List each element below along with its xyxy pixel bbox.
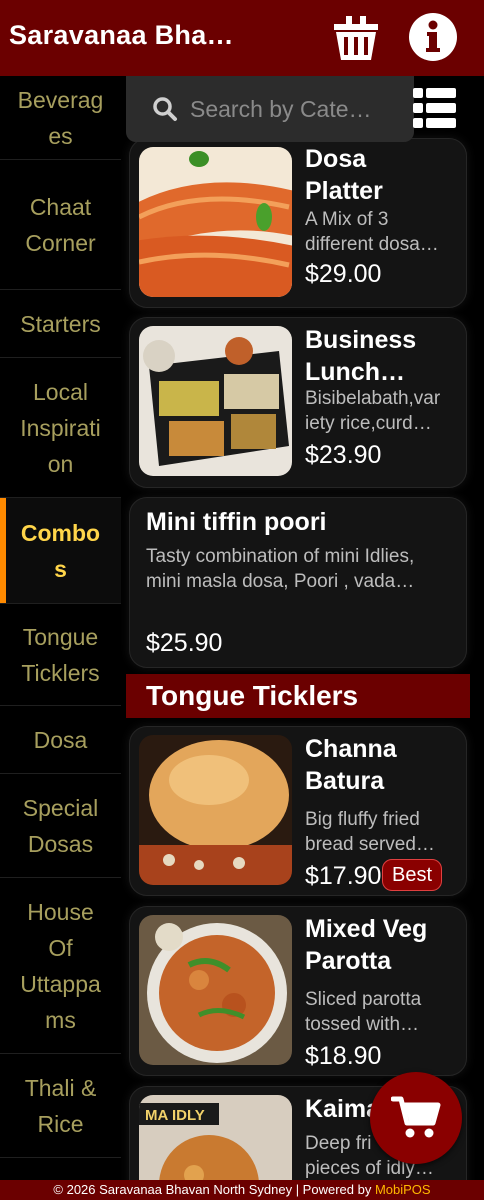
category-dosa[interactable]: Dosa: [0, 706, 121, 774]
item-name: Mixed Veg Parotta: [305, 915, 428, 975]
list-view-icon[interactable]: [413, 86, 457, 132]
category-label: Corner: [25, 229, 96, 256]
category-local-inspiration[interactable]: Local Inspirati on: [0, 358, 121, 498]
item-name: Mini tiffin poori: [146, 508, 327, 536]
item-image: [139, 735, 292, 885]
restaurant-title: Saravanaa Bha…: [9, 20, 234, 50]
search-icon: [153, 97, 177, 121]
category-label: House: [27, 898, 94, 925]
menu-item-dosa-platter[interactable]: Dosa Platter A Mix of 3 different dosa… $2…: [129, 138, 467, 308]
item-description: Tasty combination of mini Idlies, mini ma…: [146, 546, 415, 592]
search-bar[interactable]: Search by Cate…: [126, 76, 414, 142]
item-price: $17.90: [305, 862, 382, 890]
cart-button[interactable]: [370, 1072, 462, 1164]
category-thali-and-rice[interactable]: Thali & Rice: [0, 1054, 121, 1158]
item-name: Channa Batura: [305, 735, 397, 795]
info-icon[interactable]: [408, 12, 458, 62]
cart-icon: [391, 1096, 441, 1138]
section-header-tongue-ticklers: Tongue Ticklers: [126, 674, 470, 718]
category-beverages[interactable]: Beverag es: [0, 76, 121, 160]
menu-item-channa-batura[interactable]: Channa Batura Big fluffy fried bread serve…: [129, 726, 467, 896]
category-label: Ticklers: [21, 659, 100, 686]
category-sidebar: Beverag es Chaat Corner Starters Local Insp…: [0, 76, 121, 1180]
item-price: $29.00: [305, 260, 382, 288]
item-name: Business Lunch…: [305, 326, 417, 386]
menu-item-mini-tiffin-poori[interactable]: Mini tiffin poori Tasty combination of m…: [129, 497, 467, 668]
category-tongue-ticklers[interactable]: Tongue Ticklers: [0, 604, 121, 706]
category-label: Starters: [20, 310, 101, 337]
category-label: Dosa: [33, 726, 88, 753]
footer: © 2026 Saravanaa Bhavan North Sydney | P…: [0, 1180, 484, 1200]
search-placeholder: Search by Cate…: [190, 96, 372, 122]
app-root: Saravanaa Bha… Beverag es Chaat Corner S…: [0, 0, 484, 1200]
category-starters[interactable]: Starters: [0, 290, 121, 358]
thumb-text: MA IDLY: [145, 1107, 205, 1124]
footer-brand-link[interactable]: MobiPOS: [375, 1182, 431, 1197]
category-label: Inspirati: [20, 414, 101, 441]
category-label: Thali &: [24, 1074, 97, 1101]
category-special-dosas[interactable]: Special Dosas: [0, 774, 121, 878]
item-price: $23.90: [305, 441, 382, 469]
category-combos[interactable]: Combo s: [0, 498, 121, 604]
best-badge: Best: [382, 859, 442, 891]
category-label: ms: [45, 1006, 76, 1033]
item-description: A Mix of 3 different dosa…: [305, 209, 439, 255]
menu-item-business-lunch[interactable]: Business Lunch… Bisibelabath,var iety rice…: [129, 317, 467, 488]
category-label: Chaat: [29, 193, 92, 220]
category-label: Local: [33, 378, 88, 405]
menu-item-mixed-veg-parotta[interactable]: Mixed Veg Parotta Sliced parotta tossed wi…: [129, 906, 467, 1076]
item-description: Sliced parotta tossed with…: [305, 989, 422, 1035]
footer-text: © 2026 Saravanaa Bhavan North Sydney | P…: [53, 1182, 375, 1197]
top-bar: Saravanaa Bha…: [0, 0, 484, 76]
category-label: s: [54, 555, 67, 582]
category-label: Of: [48, 934, 73, 961]
category-label: Beverag: [17, 86, 104, 113]
item-price: $25.90: [146, 629, 223, 657]
category-label: on: [47, 450, 74, 477]
item-description: Bisibelabath,var iety rice,curd…: [305, 388, 441, 434]
item-price: $18.90: [305, 1042, 382, 1070]
basket-icon[interactable]: [328, 12, 384, 64]
menu-content: Dosa Platter A Mix of 3 different dosa… $2…: [121, 76, 484, 1180]
item-description: Big fluffy fried bread served…: [305, 809, 435, 855]
category-label: Uttappa: [20, 970, 101, 997]
category-house-of-uttappams[interactable]: House Of Uttappa ms: [0, 878, 121, 1054]
category-label: Rice: [37, 1110, 84, 1137]
item-image: MA IDLY: [139, 1095, 292, 1180]
category-label: Dosas: [27, 830, 94, 857]
category-label: Tongue: [22, 623, 99, 650]
category-chaat-corner[interactable]: Chaat Corner: [0, 160, 121, 290]
category-label: es: [48, 122, 73, 149]
category-label: Combo: [20, 519, 101, 546]
item-name: Dosa Platter: [305, 145, 383, 205]
item-image: [139, 915, 292, 1065]
category-label: Special: [22, 794, 99, 821]
item-image: [139, 326, 292, 476]
item-image: [139, 147, 292, 297]
